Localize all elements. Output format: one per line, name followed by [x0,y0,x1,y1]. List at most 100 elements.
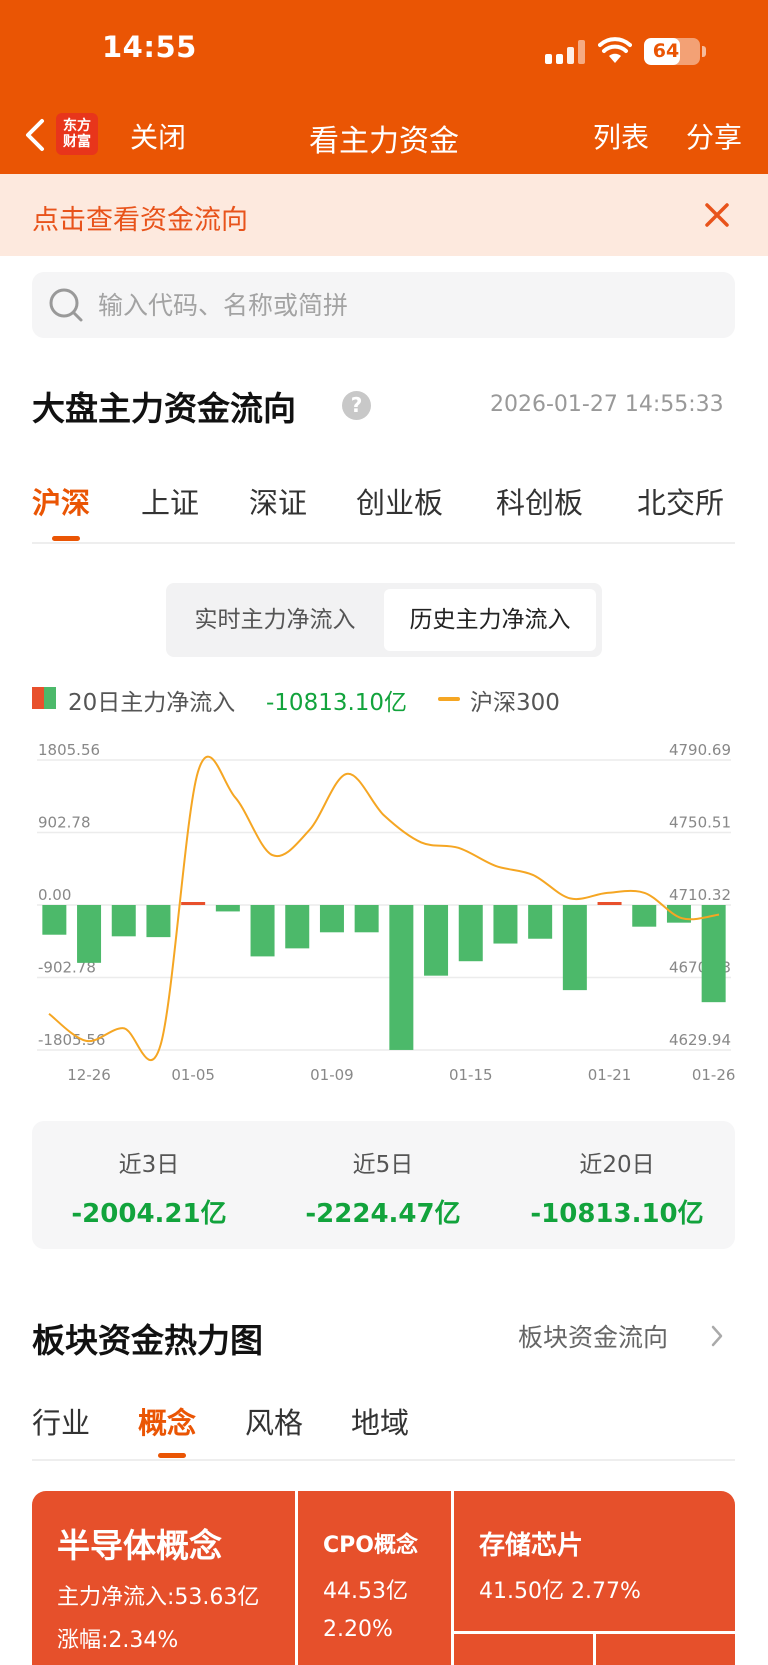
tile-inflow: 44.53亿 [323,1579,408,1604]
tab-chinext[interactable]: 创业板 [356,480,443,522]
inflow-bar [597,902,622,905]
share-button[interactable]: 分享 [686,116,742,156]
x-axis-tick-label: 01-15 [449,1066,493,1084]
tile-name: 存储芯片 [479,1531,584,1561]
outflow-bar [528,905,553,939]
outflow-bar [632,905,657,927]
tile-name: 半导体概念 [57,1526,222,1565]
outflow-bar [389,905,414,1050]
heatmap-tile-small-2[interactable] [596,1634,735,1665]
tab-style[interactable]: 风格 [245,1400,303,1442]
bar-legend-value: -10813.10亿 [266,690,408,716]
right-axis-tick-label: 4750.51 [669,814,731,832]
tile-change: 涨幅:2.34% [57,1628,179,1653]
outflow-bar [77,905,102,963]
tab-region[interactable]: 地域 [351,1400,409,1442]
summary-20d: 近20日 -10813.10亿 [500,1121,734,1230]
line-legend-label: 沪深300 [470,690,560,716]
tab-concept[interactable]: 概念 [138,1400,196,1442]
summary-3d-value: -2004.21亿 [71,1199,227,1229]
outflow-bar [701,905,726,1003]
outflow-bar [111,905,136,937]
tile-change: 2.20% [323,1617,393,1642]
battery-icon: 64 [644,38,700,65]
outflow-bar [458,905,483,962]
flow-summary: 近3日 -2004.21亿 近5日 -2224.47亿 近20日 -10813.… [32,1121,735,1249]
right-axis-tick-label: 4710.32 [669,886,731,904]
tile-inflow: 主力净流入:53.63亿 [57,1585,260,1610]
tab-shenzhen[interactable]: 深证 [249,480,307,522]
tile-inflow: 41.50亿 2.77% [479,1579,641,1604]
history-inflow-option[interactable]: 历史主力净流入 [384,589,596,651]
tab-hushen[interactable]: 沪深 [32,480,90,522]
sector-flow-link[interactable]: 板块资金流向 [518,1318,668,1354]
flow-mode-toggle: 实时主力净流入 历史主力净流入 [166,583,602,657]
summary-5d: 近5日 -2224.47亿 [266,1121,500,1230]
right-axis-tick-label: 4629.94 [669,1031,731,1049]
line-legend-swatch [438,697,460,701]
outflow-bar [146,905,171,938]
wifi-icon [598,37,632,63]
battery-percent: 64 [652,40,680,62]
tab-beijing-exchange[interactable]: 北交所 [637,480,724,522]
search-input[interactable] [98,272,698,338]
help-icon[interactable]: ? [342,391,371,420]
summary-20d-label: 近20日 [579,1152,655,1178]
x-axis-tick-label: 01-21 [588,1066,632,1084]
update-timestamp: 2026-01-27 14:55:33 [490,392,724,417]
summary-20d-value: -10813.10亿 [530,1199,704,1229]
list-button[interactable]: 列表 [593,116,649,156]
summary-3d: 近3日 -2004.21亿 [32,1121,266,1230]
left-axis-tick-label: 902.78 [38,814,91,832]
x-axis-tick-label: 12-26 [67,1066,111,1084]
left-axis-tick-label: 1805.56 [38,741,100,759]
active-tab-indicator [52,536,80,541]
close-icon[interactable] [705,203,729,227]
tile-name: CPO概念 [323,1533,418,1558]
heat-tab-divider [32,1459,735,1461]
outflow-bar [319,905,344,933]
tab-shanghai[interactable]: 上证 [141,480,199,522]
outflow-bar [493,905,518,944]
x-axis-tick-label: 01-26 [692,1066,736,1084]
outflow-bar [250,905,275,957]
market-flow-title: 大盘主力资金流向 [32,389,296,428]
tab-divider [32,542,735,544]
summary-3d-label: 近3日 [118,1152,180,1178]
bar-legend-label: 20日主力净流入 [68,690,236,716]
outflow-bar [42,905,67,935]
app-header: 14:55 64 东方 财富 关闭 看主力资金 列表 分享 [0,0,768,174]
fund-flow-chart[interactable]: 1805.56 4790.69902.78 4750.510.00 4710.32-9… [0,735,768,1095]
summary-5d-label: 近5日 [352,1152,414,1178]
heatmap-tile-cpo[interactable]: CPO概念 44.53亿 2.20% [298,1491,451,1665]
outflow-bar [215,905,240,912]
notice-banner[interactable]: 点击查看资金流向 [0,174,768,256]
outflow-bar [424,905,449,976]
realtime-inflow-option[interactable]: 实时主力净流入 [172,589,378,651]
search-icon [49,288,83,322]
heatmap-tile-storage-chip[interactable]: 存储芯片 41.50亿 2.77% [454,1491,735,1631]
battery-tip [702,46,706,57]
cellular-signal-icon [545,40,585,64]
tab-industry[interactable]: 行业 [32,1400,90,1442]
outflow-bar [562,905,587,991]
notice-text[interactable]: 点击查看资金流向 [32,198,248,237]
inflow-bar [181,902,206,905]
search-bar[interactable] [32,272,735,338]
tab-star-market[interactable]: 科创板 [496,480,583,522]
heatmap-tile-small-1[interactable] [454,1634,593,1665]
bar-legend-swatch [32,687,56,709]
x-axis-tick-label: 01-05 [171,1066,215,1084]
heatmap-tile-semiconductor[interactable]: 半导体概念 主力净流入:53.63亿 涨幅:2.34% [32,1491,295,1665]
summary-5d-value: -2224.47亿 [305,1199,461,1229]
page-title: 看主力资金 [309,124,459,159]
active-heat-tab-indicator [158,1453,186,1458]
outflow-bar [354,905,379,933]
chevron-right-icon[interactable] [710,1324,724,1348]
heatmap-title: 板块资金热力图 [32,1321,263,1360]
x-axis-tick-label: 01-09 [310,1066,354,1084]
right-axis-tick-label: 4790.69 [669,741,731,759]
outflow-bar [285,905,310,949]
status-time: 14:55 [102,30,197,64]
left-axis-tick-label: 0.00 [38,886,71,904]
